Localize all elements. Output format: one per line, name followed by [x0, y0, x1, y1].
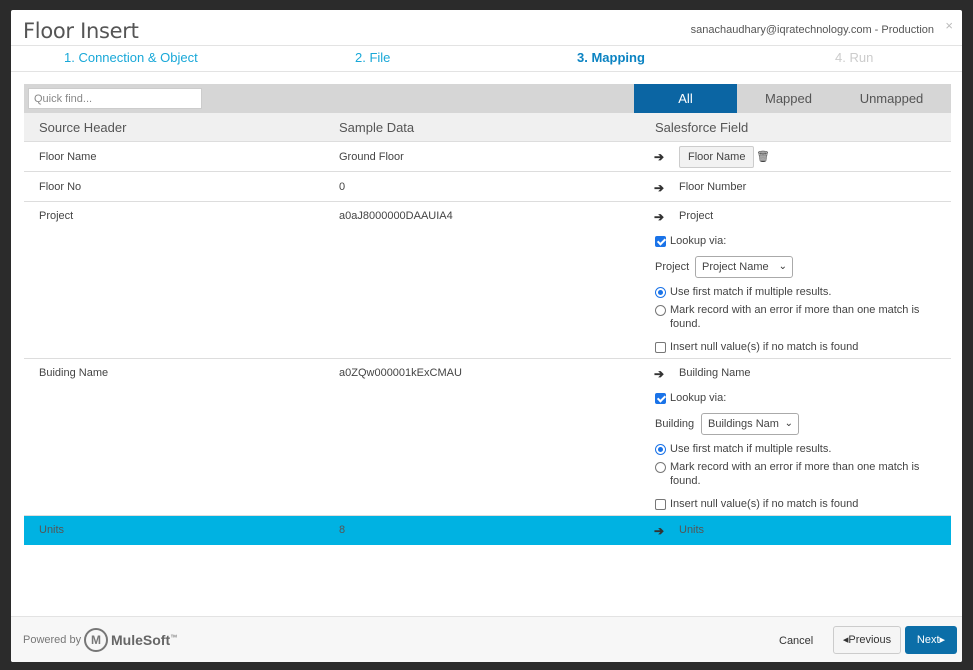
column-source-header: Source Header	[39, 120, 127, 135]
step-connection[interactable]: 1. Connection & Object	[64, 50, 198, 65]
column-sample-data: Sample Data	[339, 120, 415, 135]
lookup-field-select[interactable]: Buildings Nam ⌄	[701, 413, 799, 435]
sample-data-cell: 0	[339, 181, 346, 193]
lookup-via-checkbox[interactable]	[655, 236, 666, 247]
salesforce-field-cell[interactable]: Units	[679, 524, 704, 536]
error-match-radio[interactable]	[655, 305, 666, 316]
lookup-field-value: Project Name	[702, 261, 769, 273]
mulesoft-brand: MuleSoft™	[111, 632, 178, 648]
table-row[interactable]: Project a0aJ8000000DAAUIA4 ➔ Project Loo…	[24, 202, 951, 359]
sample-data-cell: 8	[339, 524, 346, 536]
sample-data-cell: a0ZQw000001kExCMAU	[339, 367, 462, 379]
insert-null-checkbox[interactable]	[655, 499, 666, 510]
quick-find-input[interactable]	[28, 88, 202, 109]
powered-by-label: Powered by	[23, 634, 82, 646]
error-match-radio[interactable]	[655, 462, 666, 473]
cancel-button[interactable]: Cancel	[779, 635, 813, 647]
salesforce-field-cell[interactable]: Floor Number	[679, 181, 746, 193]
salesforce-field-button[interactable]: Floor Name	[679, 146, 755, 168]
insert-null-label: Insert null value(s) if no match is foun…	[670, 498, 859, 510]
mulesoft-logo-icon: M	[84, 628, 108, 652]
next-button[interactable]: Next▸	[905, 626, 957, 654]
table-row[interactable]: Floor No 0 ➔ Floor Number	[24, 172, 951, 202]
lookup-object-label: Building	[655, 418, 695, 430]
lookup-field-value: Buildings Nam	[708, 418, 779, 430]
lookup-object-label: Project	[655, 261, 690, 273]
dialog-footer: Powered by M MuleSoft™ Cancel ◂Previous …	[11, 616, 962, 662]
error-match-label: Mark record with an error if more than o…	[670, 461, 920, 487]
filter-unmapped-tab[interactable]: Unmapped	[840, 84, 943, 113]
error-match-label: Mark record with an error if more than o…	[670, 304, 920, 330]
source-header-cell: Project	[39, 210, 74, 222]
previous-button[interactable]: ◂Previous	[833, 626, 901, 654]
table-row[interactable]: Floor Name Ground Floor ➔ Floor Name 🗑	[24, 142, 951, 172]
table-row-selected[interactable]: Units 8 ➔ Units	[24, 516, 951, 545]
arrow-right-icon: ➔	[654, 524, 665, 538]
chevron-right-icon: ▸	[939, 634, 946, 646]
lookup-field-select[interactable]: Project Name ⌄	[695, 256, 793, 278]
step-mapping[interactable]: 3. Mapping	[577, 50, 645, 65]
salesforce-field-cell[interactable]: Building Name	[679, 367, 751, 379]
first-match-label: Use first match if multiple results.	[670, 286, 832, 298]
chevron-down-icon: ⌄	[778, 261, 787, 272]
source-header-cell: Floor No	[39, 181, 82, 193]
lookup-via-label: Lookup via:	[670, 392, 727, 404]
trash-icon[interactable]: 🗑	[756, 150, 770, 163]
insert-null-label: Insert null value(s) if no match is foun…	[670, 341, 859, 353]
dialog-title: Floor Insert	[23, 19, 139, 43]
lookup-via-label: Lookup via:	[670, 235, 727, 247]
close-icon[interactable]: ×	[945, 18, 953, 33]
filter-all-tab[interactable]: All	[634, 84, 737, 113]
step-run: 4. Run	[835, 50, 874, 65]
sample-data-cell: a0aJ8000000DAAUIA4	[339, 210, 453, 222]
table-row[interactable]: Buiding Name a0ZQw000001kExCMAU ➔ Buildi…	[24, 359, 951, 516]
source-header-cell: Floor Name	[39, 151, 97, 163]
arrow-right-icon: ➔	[654, 181, 665, 195]
filter-mapped-tab[interactable]: Mapped	[737, 84, 840, 113]
table-header: Source Header Sample Data Salesforce Fie…	[24, 113, 951, 142]
salesforce-field-cell[interactable]: Project	[679, 210, 713, 222]
chevron-down-icon: ⌄	[784, 418, 793, 429]
lookup-via-checkbox[interactable]	[655, 393, 666, 404]
insert-null-checkbox[interactable]	[655, 342, 666, 353]
wizard-steps: 1. Connection & Object 2. File 3. Mappin…	[11, 45, 962, 72]
arrow-right-icon: ➔	[654, 150, 665, 164]
arrow-right-icon: ➔	[654, 367, 665, 381]
mapping-toolbar: All Mapped Unmapped	[24, 84, 951, 113]
floor-insert-dialog: Floor Insert sanachaudhary@iqratechnolog…	[11, 10, 962, 662]
column-salesforce-field: Salesforce Field	[655, 120, 749, 135]
step-file[interactable]: 2. File	[355, 50, 390, 65]
source-header-cell: Buiding Name	[39, 367, 109, 379]
first-match-radio[interactable]	[655, 287, 666, 298]
first-match-label: Use first match if multiple results.	[670, 443, 832, 455]
first-match-radio[interactable]	[655, 444, 666, 455]
source-header-cell: Units	[39, 524, 65, 536]
sample-data-cell: Ground Floor	[339, 151, 404, 163]
user-info: sanachaudhary@iqratechnology.com - Produ…	[690, 24, 934, 36]
arrow-right-icon: ➔	[654, 210, 665, 224]
